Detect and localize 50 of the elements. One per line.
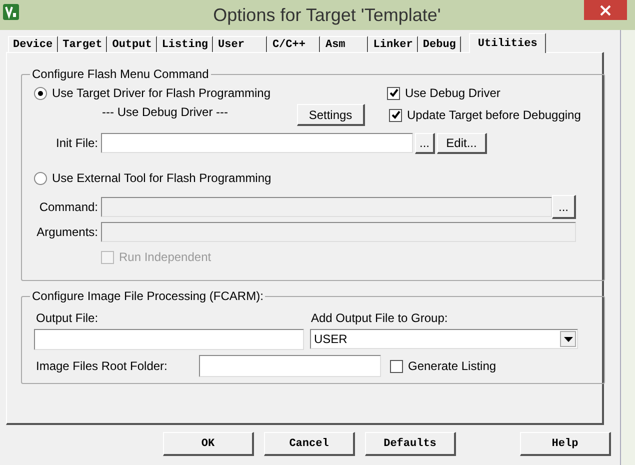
checkbox-label: Use Debug Driver: [405, 86, 500, 100]
group-title: Configure Flash Menu Command: [31, 67, 210, 81]
field-label: Init File:: [54, 136, 98, 150]
radio-label: Use Target Driver for Flash Programming: [52, 86, 271, 100]
tab[interactable]: User: [213, 36, 268, 52]
browse-button[interactable]: ...: [552, 195, 576, 219]
checkbox-label: Run Independent: [119, 250, 212, 264]
field-label: Add Output File to Group:: [311, 311, 448, 325]
input-field[interactable]: [101, 133, 413, 153]
field-label: Arguments:: [36, 225, 98, 239]
checkbox-label: Generate Listing: [408, 359, 496, 373]
close-button[interactable]: [584, 0, 627, 20]
close-icon: [600, 4, 611, 16]
dropdown-arrow-icon: [564, 336, 572, 342]
dialog-button[interactable]: OK: [163, 432, 254, 456]
edit-button[interactable]: Edit...: [437, 132, 487, 154]
tab[interactable]: Listing: [156, 36, 214, 52]
checkbox-option[interactable]: Generate Listing: [390, 359, 496, 373]
field-label: Image Files Root Folder:: [35, 359, 168, 373]
tab[interactable]: Target: [58, 36, 108, 52]
browse-button[interactable]: ...: [415, 132, 435, 154]
window-title: Options for Target 'Template': [213, 4, 441, 26]
tab[interactable]: Output: [107, 36, 157, 52]
input-field[interactable]: [199, 355, 381, 377]
radio-button[interactable]: [34, 86, 47, 100]
radio-label: Use External Tool for Flash Programming: [52, 171, 272, 185]
input-field[interactable]: [34, 328, 304, 350]
tab[interactable]: C/C++: [267, 36, 320, 52]
checkbox-option[interactable]: Use Debug Driver: [387, 86, 500, 100]
radio-button[interactable]: [34, 172, 47, 184]
settings-button[interactable]: Settings: [297, 104, 365, 126]
app-icon: [3, 4, 19, 20]
tab[interactable]: Device: [8, 36, 58, 52]
dialog-button[interactable]: Cancel: [264, 432, 355, 456]
input-field[interactable]: [101, 222, 576, 242]
input-field[interactable]: [101, 197, 552, 217]
field-label: Output File:: [35, 311, 100, 325]
dropdown[interactable]: USER: [310, 329, 578, 349]
checkbox[interactable]: [390, 360, 403, 372]
driver-label: --- Use Debug Driver ---: [102, 105, 230, 119]
tab[interactable]: Linker: [368, 36, 418, 52]
checkbox[interactable]: [389, 108, 402, 122]
group-title: Configure Image File Processing (FCARM):: [31, 289, 264, 303]
dialog-button[interactable]: Defaults: [365, 432, 456, 456]
checkbox[interactable]: [387, 86, 400, 100]
field-label: Command:: [38, 200, 98, 214]
tab[interactable]: Utilities: [468, 33, 546, 53]
dialog-button[interactable]: Help: [520, 432, 611, 456]
tab[interactable]: Debug: [418, 36, 461, 52]
tab[interactable]: Asm: [320, 36, 368, 52]
